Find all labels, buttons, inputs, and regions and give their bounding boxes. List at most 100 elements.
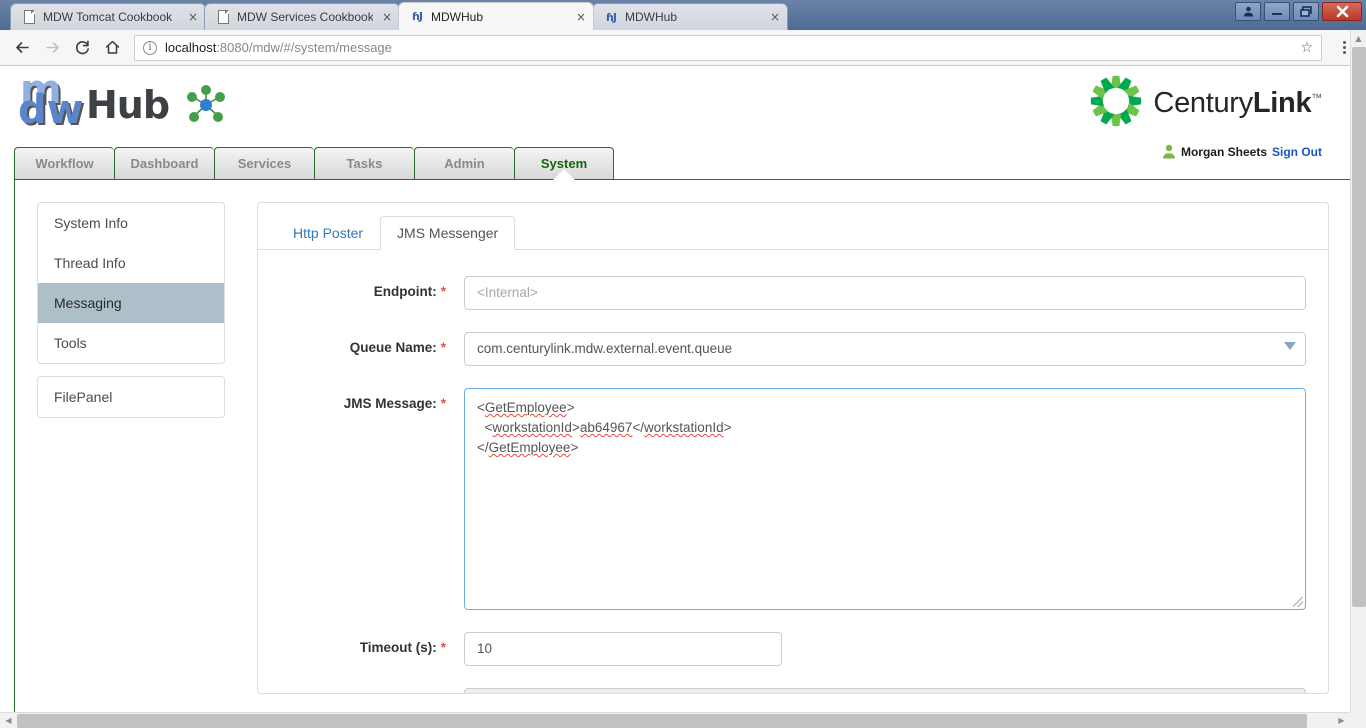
app-title: Hub bbox=[86, 83, 170, 127]
site-info-icon[interactable]: i bbox=[143, 40, 157, 55]
bookmark-star-icon[interactable]: ☆ bbox=[1300, 40, 1313, 56]
scroll-up-icon[interactable]: ▲ bbox=[1351, 30, 1366, 47]
sidebar-item-system-info[interactable]: System Info bbox=[38, 203, 224, 243]
required-asterisk: * bbox=[440, 340, 446, 355]
reload-button[interactable] bbox=[68, 34, 96, 62]
main-nav: Workflow Dashboard Services Tasks Admin … bbox=[14, 144, 1352, 180]
tab-close-icon[interactable]: × bbox=[767, 9, 783, 25]
horizontal-scrollbar[interactable]: ◀ ▶ bbox=[0, 712, 1350, 728]
profile-button[interactable] bbox=[1235, 2, 1261, 21]
scrollbar-corner bbox=[1350, 712, 1366, 728]
hub-node-icon bbox=[183, 83, 229, 132]
mdw-icon: ɦJ bbox=[606, 10, 617, 24]
vertical-scrollbar[interactable]: ▲ ▼ bbox=[1350, 30, 1366, 728]
app-header: m dw Hub CenturyLink™ Morgan Sheets Sign… bbox=[0, 66, 1352, 159]
queue-name-input[interactable]: com.centurylink.mdw.external.event.queue bbox=[464, 332, 1306, 366]
document-icon bbox=[21, 9, 37, 25]
centurylink-brand: CenturyLink™ bbox=[1087, 72, 1322, 135]
vscroll-thumb[interactable] bbox=[1352, 47, 1366, 607]
endpoint-input[interactable]: <Internal> bbox=[464, 276, 1306, 310]
browser-tab-title: MDW Services Cookbook bbox=[237, 10, 373, 24]
response-output bbox=[464, 688, 1306, 693]
field-row-jms-message: JMS Message: * <GetEmployee> <workstation… bbox=[268, 388, 1306, 610]
minimize-button[interactable] bbox=[1264, 2, 1290, 21]
home-icon bbox=[105, 40, 119, 54]
sidebar-item-filepanel[interactable]: FilePanel bbox=[38, 377, 224, 417]
sidebar-group-system: System Info Thread Info Messaging Tools bbox=[37, 202, 225, 364]
messaging-tabs: Http Poster JMS Messenger bbox=[258, 203, 1328, 250]
field-row-response: Response: bbox=[268, 688, 1306, 693]
browser-tab-title: MDWHub bbox=[625, 10, 678, 24]
forward-arrow-icon bbox=[45, 42, 59, 53]
nav-tab-tasks[interactable]: Tasks bbox=[314, 147, 414, 179]
tab-close-icon[interactable]: × bbox=[573, 9, 589, 25]
nav-tab-dashboard[interactable]: Dashboard bbox=[114, 147, 214, 179]
chevron-down-icon[interactable] bbox=[1284, 342, 1296, 350]
browser-tab-2[interactable]: ɦJ MDWHub × bbox=[398, 2, 594, 30]
content-area: System Info Thread Info Messaging Tools … bbox=[14, 180, 1352, 717]
url-host: localhost bbox=[165, 40, 217, 55]
field-row-queue-name: Queue Name: * com.centurylink.mdw.externa… bbox=[268, 332, 1306, 366]
browser-toolbar: i localhost:8080/mdw/#/system/message ☆ bbox=[0, 30, 1366, 66]
scroll-right-icon[interactable]: ▶ bbox=[1333, 716, 1350, 725]
endpoint-control: <Internal> bbox=[464, 276, 1306, 310]
maximize-button[interactable] bbox=[1293, 2, 1319, 21]
sidebar-item-messaging[interactable]: Messaging bbox=[38, 283, 224, 323]
field-row-timeout: Timeout (s): * 10 bbox=[268, 632, 1306, 666]
main-panel: Http Poster JMS Messenger Endpoint: * <In… bbox=[257, 202, 1329, 694]
nav-tab-system[interactable]: System bbox=[514, 147, 614, 180]
tab-close-icon[interactable]: × bbox=[379, 9, 395, 25]
response-label: Response: bbox=[268, 688, 446, 693]
field-row-endpoint: Endpoint: * <Internal> bbox=[268, 276, 1306, 310]
browser-tab-0[interactable]: MDW Tomcat Cookbook × bbox=[10, 3, 206, 30]
window-controls bbox=[1235, 2, 1362, 21]
page-viewport: m dw Hub CenturyLink™ Morgan Sheets Sign… bbox=[0, 66, 1366, 728]
tab-close-icon[interactable]: × bbox=[185, 9, 201, 25]
xml-tag-open: GetEmployee bbox=[484, 400, 567, 415]
close-icon bbox=[1336, 5, 1348, 18]
jms-message-textarea[interactable]: <GetEmployee> <workstationId>ab64967</wo… bbox=[464, 388, 1306, 610]
endpoint-label-text: Endpoint: bbox=[373, 284, 437, 299]
tab-http-poster[interactable]: Http Poster bbox=[276, 216, 380, 250]
reload-icon bbox=[75, 40, 89, 55]
mdw-hub-page: m dw Hub CenturyLink™ Morgan Sheets Sign… bbox=[0, 66, 1352, 717]
brand-name-light: Century bbox=[1153, 87, 1253, 119]
close-window-button[interactable] bbox=[1322, 2, 1362, 21]
home-button[interactable] bbox=[98, 34, 126, 62]
forward-button[interactable] bbox=[38, 34, 66, 62]
brand-tm: ™ bbox=[1311, 92, 1322, 105]
nav-tab-workflow[interactable]: Workflow bbox=[14, 147, 114, 179]
browser-tab-3[interactable]: ɦJ MDWHub × bbox=[592, 3, 788, 30]
xml-tag-workstationid-close: workstationId bbox=[644, 420, 724, 435]
sidebar-item-tools[interactable]: Tools bbox=[38, 323, 224, 363]
brand-name-bold: Link bbox=[1252, 87, 1312, 119]
tab-jms-messenger[interactable]: JMS Messenger bbox=[380, 216, 516, 250]
back-button[interactable] bbox=[8, 34, 36, 62]
xml-value-workstationid: ab64967 bbox=[579, 420, 633, 435]
required-asterisk: * bbox=[440, 284, 446, 299]
jms-message-control: <GetEmployee> <workstationId>ab64967</wo… bbox=[464, 388, 1306, 610]
address-bar[interactable]: i localhost:8080/mdw/#/system/message ☆ bbox=[134, 34, 1322, 61]
timeout-input[interactable]: 10 bbox=[464, 632, 782, 666]
queue-name-control: com.centurylink.mdw.external.event.queue bbox=[464, 332, 1306, 366]
response-control bbox=[464, 688, 1306, 693]
url-path: :8080/mdw/#/system/message bbox=[216, 40, 392, 55]
scroll-left-icon[interactable]: ◀ bbox=[0, 716, 17, 725]
logo-dw: dw bbox=[18, 87, 84, 133]
browser-tab-1[interactable]: MDW Services Cookbook × bbox=[204, 3, 400, 30]
required-asterisk: * bbox=[440, 396, 446, 411]
jms-message-label: JMS Message: * bbox=[268, 388, 446, 411]
sidebar-item-thread-info[interactable]: Thread Info bbox=[38, 243, 224, 283]
nav-tab-services[interactable]: Services bbox=[214, 147, 314, 179]
mdw-logo-icon: m dw bbox=[18, 70, 84, 136]
nav-tab-admin[interactable]: Admin bbox=[414, 147, 514, 179]
queue-name-label: Queue Name: * bbox=[268, 332, 446, 355]
app-logo[interactable]: m dw Hub bbox=[18, 70, 229, 136]
browser-tab-title: MDWHub bbox=[431, 9, 484, 24]
resize-grip-icon[interactable] bbox=[1293, 597, 1303, 607]
timeout-control: 10 bbox=[464, 632, 1306, 666]
xml-tag-close: GetEmployee bbox=[488, 440, 571, 455]
sidebar: System Info Thread Info Messaging Tools … bbox=[37, 202, 225, 694]
required-asterisk: * bbox=[440, 640, 446, 655]
hscroll-thumb[interactable] bbox=[17, 714, 1307, 728]
